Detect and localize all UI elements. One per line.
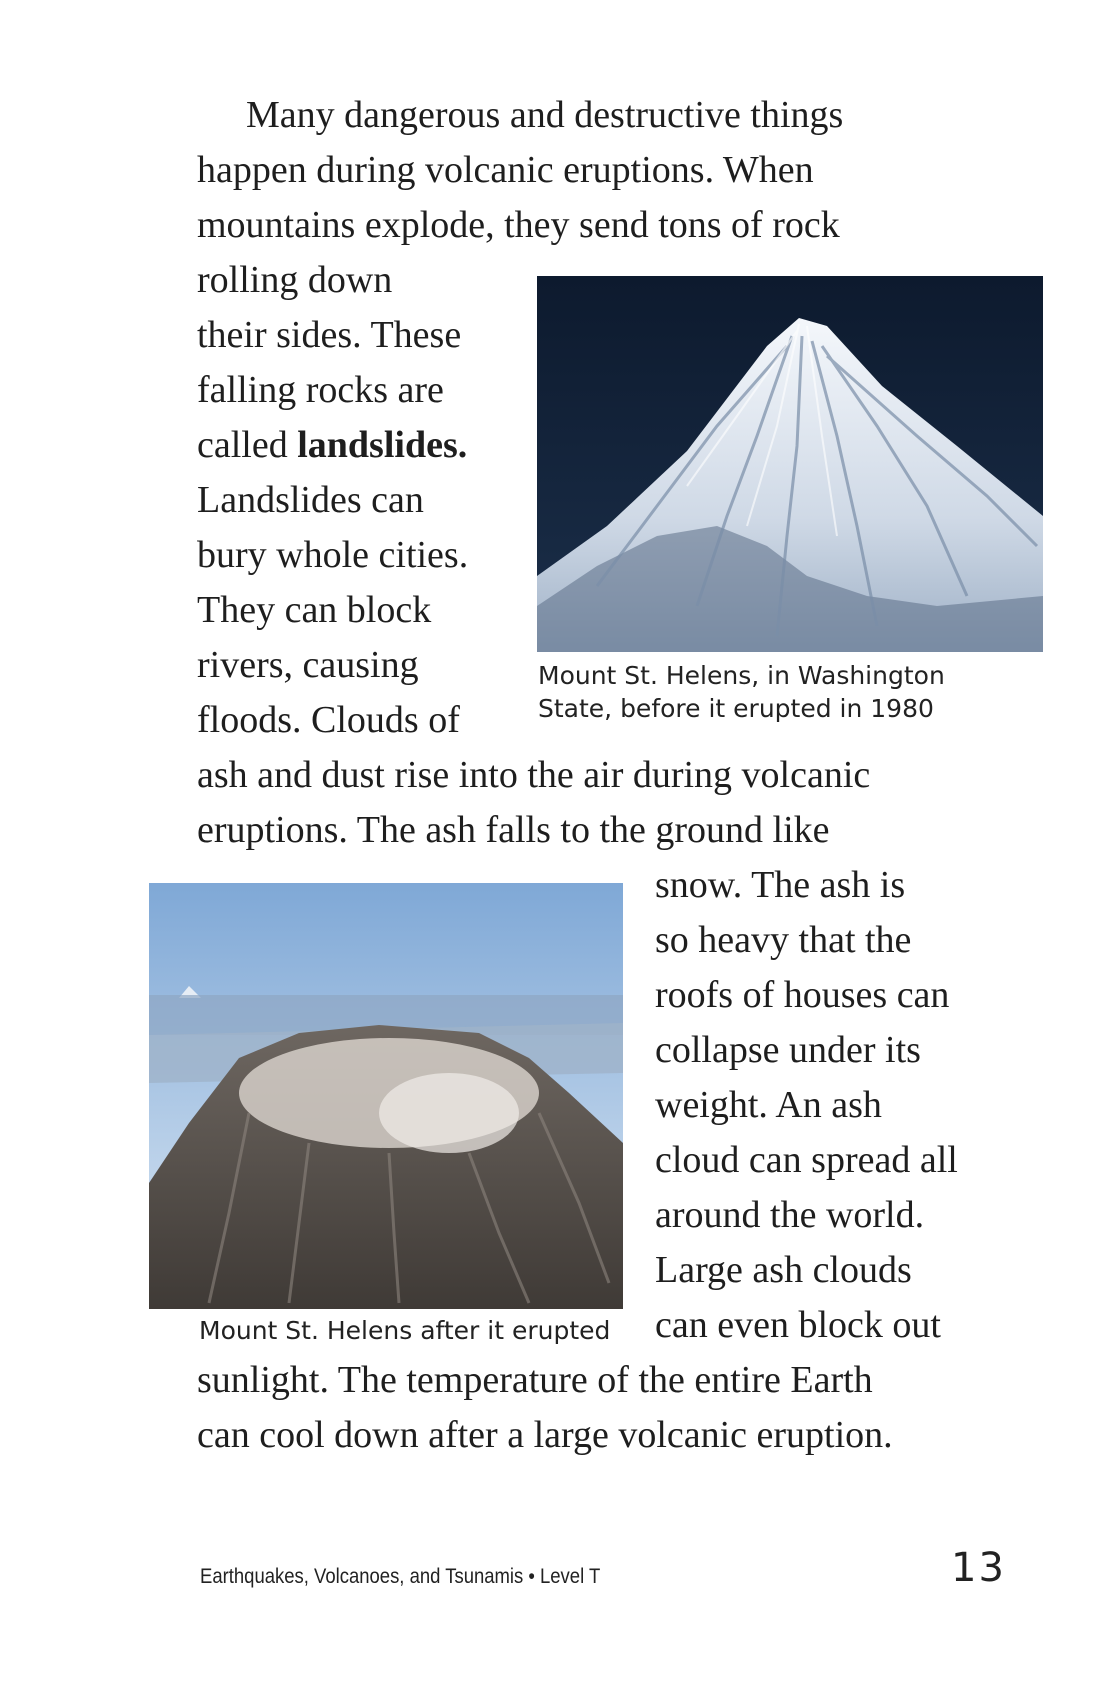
paragraph-line: snow. The ash is: [655, 864, 906, 906]
paragraph-line: bury whole cities.: [197, 534, 469, 576]
page-number: 13: [951, 1545, 1006, 1591]
photo-caption-before-line2: State, before it erupted in 1980: [538, 694, 934, 723]
paragraph-line: eruptions. The ash falls to the ground l…: [197, 809, 830, 851]
paragraph-line: collapse under its: [655, 1029, 921, 1071]
paragraph-line: sunlight. The temperature of the entire …: [197, 1359, 873, 1401]
paragraph-line: falling rocks are: [197, 369, 444, 411]
paragraph-line: They can block: [197, 589, 432, 631]
paragraph-line: mountains explode, they send tons of roc…: [197, 204, 840, 246]
paragraph-line: their sides. These: [197, 314, 462, 356]
mount-st-helens-before-photo: [537, 276, 1043, 652]
paragraph-line: called landslides.: [197, 418, 467, 473]
paragraph-line: cloud can spread all: [655, 1139, 958, 1181]
glossary-term-landslides: landslides.: [297, 424, 468, 466]
paragraph-line: happen during volcanic eruptions. When: [197, 149, 814, 191]
photo-caption-before-line1: Mount St. Helens, in Washington: [538, 661, 945, 690]
paragraph-line: floods. Clouds of: [197, 699, 460, 741]
paragraph-line: Large ash clouds: [655, 1249, 912, 1291]
paragraph-line: weight. An ash: [655, 1084, 882, 1126]
paragraph-line: so heavy that the: [655, 919, 912, 961]
paragraph-text: called: [197, 424, 298, 466]
paragraph-line: can cool down after a large volcanic eru…: [197, 1414, 893, 1456]
paragraph-line: rivers, causing: [197, 644, 419, 686]
paragraph-line: roofs of houses can: [655, 974, 950, 1016]
paragraph-line: Many dangerous and destructive things: [246, 94, 844, 136]
mount-st-helens-after-photo: [149, 883, 623, 1309]
paragraph-line: around the world.: [655, 1194, 925, 1236]
paragraph-line: can even block out: [655, 1304, 941, 1346]
footer-book-title: Earthquakes, Volcanoes, and Tsunamis • L…: [200, 1565, 601, 1588]
paragraph-line: Landslides can: [197, 479, 424, 521]
paragraph-line: rolling down: [197, 259, 393, 301]
photo-caption-after: Mount St. Helens after it erupted: [199, 1316, 611, 1345]
paragraph-line: ash and dust rise into the air during vo…: [197, 754, 871, 796]
